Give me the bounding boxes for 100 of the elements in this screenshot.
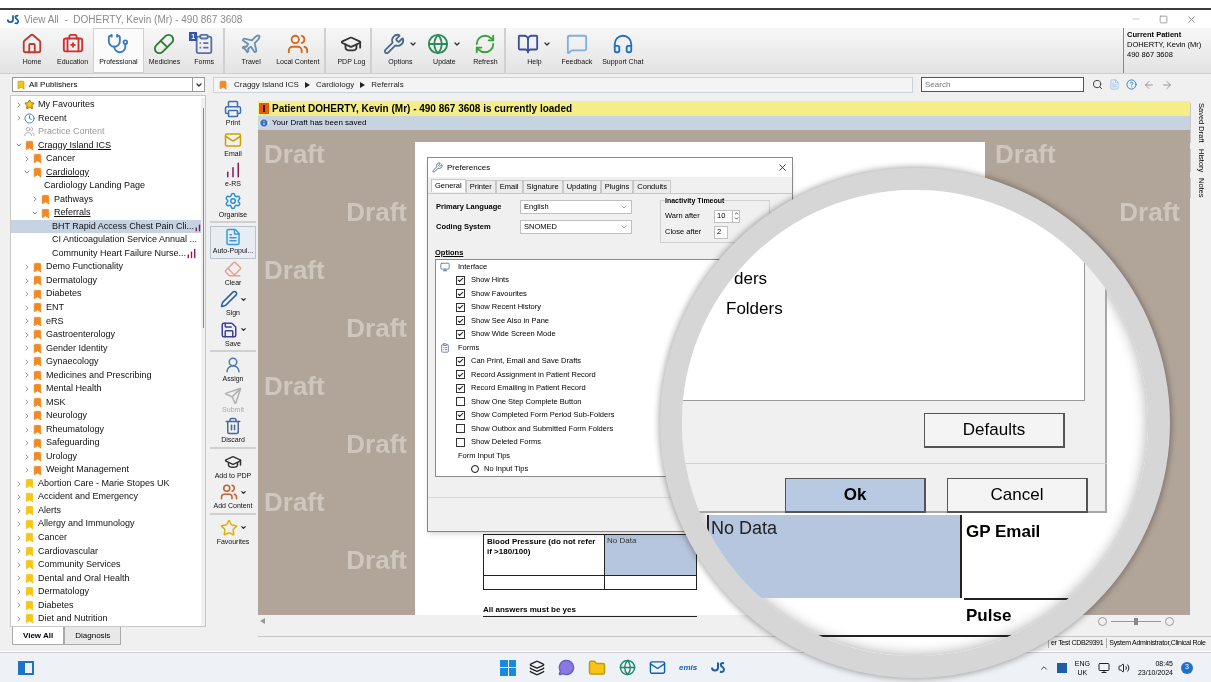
tree-item[interactable]: Referrals xyxy=(11,206,201,220)
caret-icon xyxy=(239,524,247,531)
scrollbar[interactable] xyxy=(201,98,205,626)
tree-item[interactable]: Demo Functionality xyxy=(11,260,201,274)
tree-item[interactable]: Cardiology Landing Page xyxy=(11,179,201,193)
close-icon[interactable] xyxy=(777,162,788,173)
tree-item[interactable]: Dermatology xyxy=(11,585,201,599)
tree-item[interactable]: Accident and Emergency xyxy=(11,490,201,504)
dialog-button[interactable]: Ok xyxy=(785,478,926,513)
star-icon xyxy=(219,518,238,537)
tree-item[interactable]: Dental and Oral Health xyxy=(11,571,201,586)
tree-item[interactable]: Cancer xyxy=(11,152,201,166)
tree-item[interactable]: Pathways xyxy=(11,192,201,207)
dialog-button[interactable]: Cancel xyxy=(947,478,1088,513)
checkbox[interactable] xyxy=(456,316,465,325)
checkbox[interactable] xyxy=(456,424,465,433)
tree-item[interactable]: My Favourites xyxy=(11,98,201,112)
tree-label: Medicines and Prescribing xyxy=(46,368,152,382)
layout-icon[interactable] xyxy=(18,660,34,675)
slider-thumb[interactable] xyxy=(1134,617,1138,625)
tree-item[interactable]: Alerts xyxy=(11,503,201,518)
tree-item[interactable]: ENT xyxy=(11,300,201,315)
checkbox[interactable] xyxy=(456,370,465,379)
checkbox[interactable] xyxy=(456,437,465,447)
tree-label: Referrals xyxy=(54,206,91,220)
tree-label: Accident and Emergency xyxy=(38,490,139,504)
tree-item[interactable]: Cardiology xyxy=(11,165,201,180)
tree-item[interactable]: Dermatology xyxy=(11,273,201,288)
caret-icon xyxy=(239,488,247,496)
mail-icon[interactable] xyxy=(649,659,666,676)
tree-item[interactable]: Craggy Island ICS xyxy=(11,138,201,153)
breadcrumb-link[interactable]: Cardiology xyxy=(315,78,355,91)
checkbox[interactable] xyxy=(456,410,465,420)
tray-app-icon[interactable] xyxy=(1056,662,1067,673)
expand-chevron-icon[interactable] xyxy=(23,154,31,163)
tree-item[interactable]: Weight Management xyxy=(11,463,201,477)
search-field[interactable]: Search xyxy=(921,77,1084,92)
table-heading: GP Email xyxy=(966,521,1041,543)
restore-icon[interactable] xyxy=(1159,14,1168,24)
checkbox[interactable] xyxy=(456,383,465,393)
bin-icon xyxy=(224,417,242,435)
table-heading: Pulse xyxy=(966,605,1012,627)
collapse-chevron-icon[interactable] xyxy=(31,209,39,217)
document-icon[interactable] xyxy=(1109,79,1120,90)
tree-item[interactable]: Abortion Care - Marie Stopes UK xyxy=(11,476,201,491)
help-icon[interactable] xyxy=(1126,79,1137,90)
checkbox[interactable] xyxy=(456,275,465,285)
tree-item[interactable]: Mental Health xyxy=(11,382,201,396)
panel-tab[interactable]: Diagnosis xyxy=(64,627,122,645)
chat-icon[interactable] xyxy=(558,659,575,676)
tree-item[interactable]: CI Anticoagulation Service Annual ... xyxy=(11,233,201,247)
tree-item[interactable]: Urology xyxy=(11,449,201,464)
expand-chevron-icon[interactable] xyxy=(31,195,39,204)
browser-icon[interactable] xyxy=(619,659,636,676)
checkbox[interactable] xyxy=(456,356,465,366)
checkbox[interactable] xyxy=(456,289,465,298)
tree-item[interactable]: Rheumatology xyxy=(11,422,201,437)
tree-item[interactable]: Safeguarding xyxy=(11,436,201,450)
tree-item[interactable]: MSK xyxy=(11,395,201,410)
windows-start-icon[interactable] xyxy=(500,659,516,676)
checkbox[interactable] xyxy=(456,397,465,406)
checkbox[interactable] xyxy=(456,302,465,312)
scroll-left-arrow-icon[interactable] xyxy=(260,618,265,624)
back-arrow-icon[interactable] xyxy=(1143,78,1155,91)
checkbox[interactable] xyxy=(456,329,465,339)
tree-item[interactable]: Diabetes xyxy=(11,287,201,301)
warning-icon xyxy=(259,103,269,114)
tree-label: Community Heart Failure Nurse... xyxy=(52,246,187,260)
publisher-select[interactable]: All Publishers xyxy=(12,77,205,92)
speech-bubble-icon xyxy=(565,33,588,56)
breadcrumb-link[interactable]: Referrals xyxy=(371,78,404,91)
breadcrumb-link[interactable]: Craggy Island ICS xyxy=(234,78,299,91)
envelope-icon xyxy=(224,130,242,149)
tree-item[interactable]: Diet and Nutrition xyxy=(11,612,201,626)
tree-item[interactable]: Medicines and Prescribing xyxy=(11,368,201,383)
tree-item[interactable]: Community Heart Failure Nurse... xyxy=(11,246,201,261)
task-view-icon[interactable] xyxy=(529,659,545,676)
volume-icon[interactable] xyxy=(1117,661,1130,674)
panel-tab[interactable]: View All xyxy=(12,627,65,645)
forward-arrow-icon[interactable] xyxy=(1161,78,1173,91)
tree-item[interactable]: Recent xyxy=(11,111,201,126)
tree-item[interactable]: Community Services xyxy=(11,558,201,572)
app-taskbar-button[interactable]: emis xyxy=(679,661,698,674)
tree-item[interactable]: Cardiovascular xyxy=(11,544,201,559)
tree-item[interactable]: Allergy and Immunology xyxy=(11,517,201,531)
tree-item[interactable]: Gender Identity xyxy=(11,341,201,356)
tree-item[interactable]: Cancer xyxy=(11,531,201,545)
gears-icon xyxy=(224,191,242,210)
tree-item[interactable]: Neurology xyxy=(11,409,201,423)
submit-icon xyxy=(224,386,242,405)
refresh-icon xyxy=(474,33,497,56)
tree-item[interactable]: Gastroenterology xyxy=(11,328,201,342)
tree-item[interactable]: eRS xyxy=(11,314,201,329)
dialog-button[interactable]: Defaults xyxy=(924,413,1065,448)
tree-item[interactable]: BHT Rapid Access Chest Pain Cli... xyxy=(11,219,201,234)
tree-item[interactable]: Gynaecology xyxy=(11,355,201,369)
tree-item[interactable]: Diabetes xyxy=(11,598,201,613)
tree-label: Practice Content xyxy=(38,125,105,139)
network-icon[interactable] xyxy=(1097,661,1110,674)
search-icon[interactable] xyxy=(1092,79,1103,90)
